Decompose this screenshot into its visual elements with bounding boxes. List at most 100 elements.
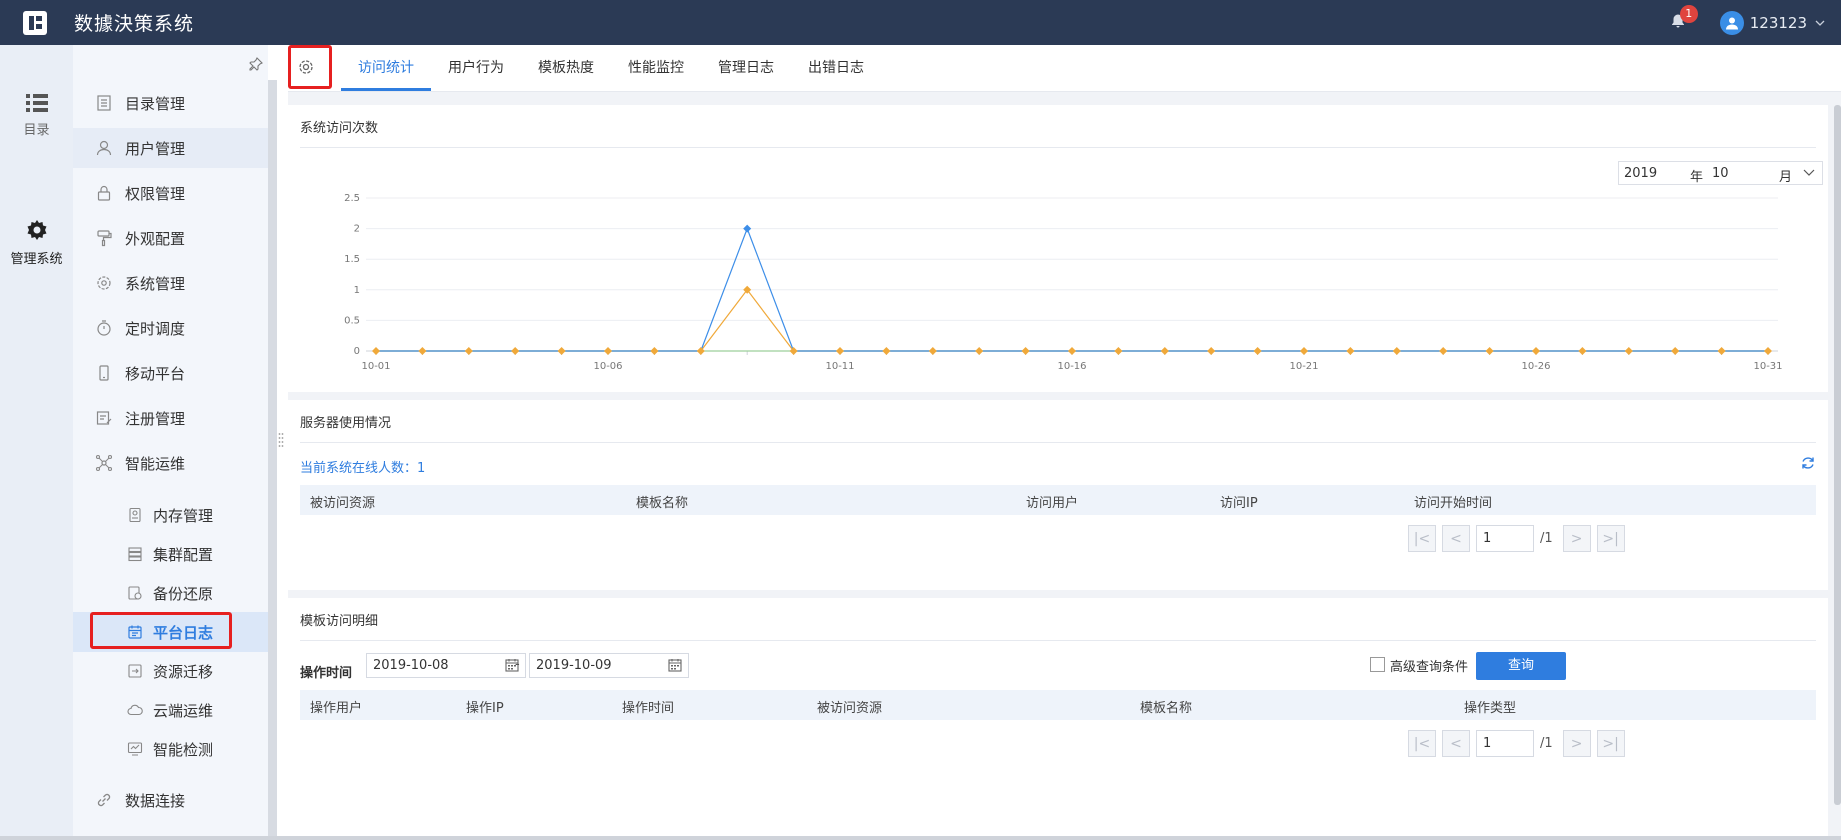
year-value: 2019 [1624,166,1658,181]
menu-label: 系统管理 [125,274,186,293]
rail-item-catalog[interactable]: 目录 [0,93,73,138]
first-page-button[interactable]: |< [1408,525,1436,552]
y-tick-label: 0.5 [344,315,360,326]
menu-item-system[interactable]: 系统管理 [73,263,268,303]
column-header: 操作类型 [1464,701,1517,716]
data-point [882,347,891,355]
y-tick-label: 2.5 [344,193,360,204]
menu-scrollbar[interactable] [268,80,277,840]
menu-item-register[interactable]: 注册管理 [73,398,268,438]
visit-stats-card: 系统访问次数 2019 年 10 月 0 0.5 1 1.5 2 2.5 10-01 10-0… [288,105,1828,392]
x-tick-label: 10-31 [1753,361,1782,372]
tab-performance[interactable]: 性能监控 [611,45,701,92]
top-header: 数據決策系统 1 123123 [0,0,1841,45]
calendar-icon[interactable] [668,658,682,672]
calendar-log-icon [128,625,142,639]
menu-label: 集群配置 [153,545,214,564]
menu-item-schedule[interactable]: 定时调度 [73,308,268,348]
menu-label: 内存管理 [153,506,214,525]
date-separator: - [515,657,520,672]
date-from-value: 2019-10-08 [373,658,449,673]
menu-subitem-migrate[interactable]: 资源迁移 [73,651,268,691]
query-button[interactable]: 查询 [1476,652,1566,680]
menu-label: 平台日志 [153,623,214,642]
menu-subitem-platform-log[interactable]: 平台日志 [73,612,268,652]
rail-item-management[interactable]: 管理系统 [0,218,73,267]
data-point [418,347,427,355]
next-page-button[interactable]: > [1562,525,1591,552]
rail-label: 目录 [23,123,50,138]
y-tick-label: 1 [354,285,360,296]
refresh-icon[interactable] [1800,455,1816,471]
online-count: 当前系统在线人数：1 [300,461,426,476]
data-point [1068,347,1076,355]
menu-item-appearance[interactable]: 外观配置 [73,218,268,258]
year-unit: 年 [1690,170,1704,185]
y-tick-label: 0 [354,346,360,357]
menu-item-catalog[interactable]: 目录管理 [73,83,268,123]
page-input[interactable]: 1 [1476,730,1534,757]
username[interactable]: 123123 [1750,14,1807,32]
chevron-down-icon[interactable] [1815,18,1825,28]
content-scrollbar[interactable] [1834,105,1841,805]
menu-subitem-detect[interactable]: 智能检测 [73,729,268,769]
menu-label: 注册管理 [125,409,186,428]
tab-manage-log[interactable]: 管理日志 [701,45,791,92]
y-tick-label: 2 [354,224,360,235]
notification-button[interactable]: 1 [1670,4,1698,33]
tab-visit-stats[interactable]: 访问统计 [341,45,431,92]
last-page-button[interactable]: >| [1596,525,1625,552]
tab-error-log[interactable]: 出错日志 [791,45,881,92]
menu-label: 定时调度 [125,319,186,338]
page-input[interactable]: 1 [1476,525,1534,552]
template-table-header: 操作用户 操作IP 操作时间 被访问资源 模板名称 操作类型 [300,690,1816,720]
user-icon [96,140,112,156]
menu-subitem-backup[interactable]: 备份还原 [73,573,268,613]
menu-label: 数据连接 [125,791,186,810]
prev-page-icon: < [1450,530,1462,547]
first-page-button[interactable]: |< [1408,730,1436,757]
data-point [1624,347,1633,355]
cluster-icon [128,547,142,562]
splitter-handle-icon[interactable] [278,432,284,448]
active-tab-indicator [341,88,431,91]
menu-item-ops[interactable]: 智能运维 [73,443,268,483]
x-tick-label: 10-26 [1521,361,1550,372]
settings-gear-icon[interactable] [296,57,316,77]
month-picker[interactable]: 2019 年 10 月 [1618,161,1823,185]
data-point [1253,347,1262,355]
pin-icon[interactable] [249,57,263,71]
menu-item-data-connection[interactable]: 数据连接 [73,780,268,820]
last-page-button[interactable]: >| [1596,730,1625,757]
menu-subitem-memory[interactable]: 内存管理 [73,495,268,535]
prev-page-button[interactable]: < [1442,525,1470,552]
prev-page-button[interactable]: < [1442,730,1470,757]
date-from-input[interactable]: 2019-10-08 [366,653,526,678]
data-point [650,347,659,355]
divider [300,147,1816,148]
data-point [1300,347,1308,355]
month-value: 10 [1712,166,1729,181]
date-to-input[interactable]: 2019-10-09 [529,653,689,678]
tab-template-heat[interactable]: 模板热度 [521,45,611,92]
link-icon [97,793,111,807]
menu-item-user[interactable]: 用户管理 [73,128,268,168]
data-point [1532,347,1540,355]
menu-subitem-cluster[interactable]: 集群配置 [73,534,268,574]
list-icon [25,94,48,112]
side-menu: 目录管理 用户管理 权限管理 外观配置 系统管理 定时调度 移动平台 注册管理 … [73,45,277,840]
first-page-icon: |< [1413,530,1431,547]
next-page-button[interactable]: > [1562,730,1591,757]
menu-label: 智能检测 [153,740,214,759]
menu-item-mobile[interactable]: 移动平台 [73,353,268,393]
data-point [1346,347,1355,355]
operation-time-label: 操作时间 [300,666,353,681]
menu-subitem-cloud[interactable]: 云端运维 [73,690,268,730]
tab-user-behavior[interactable]: 用户行为 [431,45,521,92]
data-point [1439,347,1448,355]
advanced-query-checkbox[interactable] [1370,657,1385,672]
main-content: 访问统计 用户行为 模板热度 性能监控 管理日志 出错日志 系统访问次数 201… [288,45,1841,840]
page-total: /1 [1540,531,1553,546]
avatar[interactable] [1719,10,1744,35]
menu-item-permission[interactable]: 权限管理 [73,173,268,213]
